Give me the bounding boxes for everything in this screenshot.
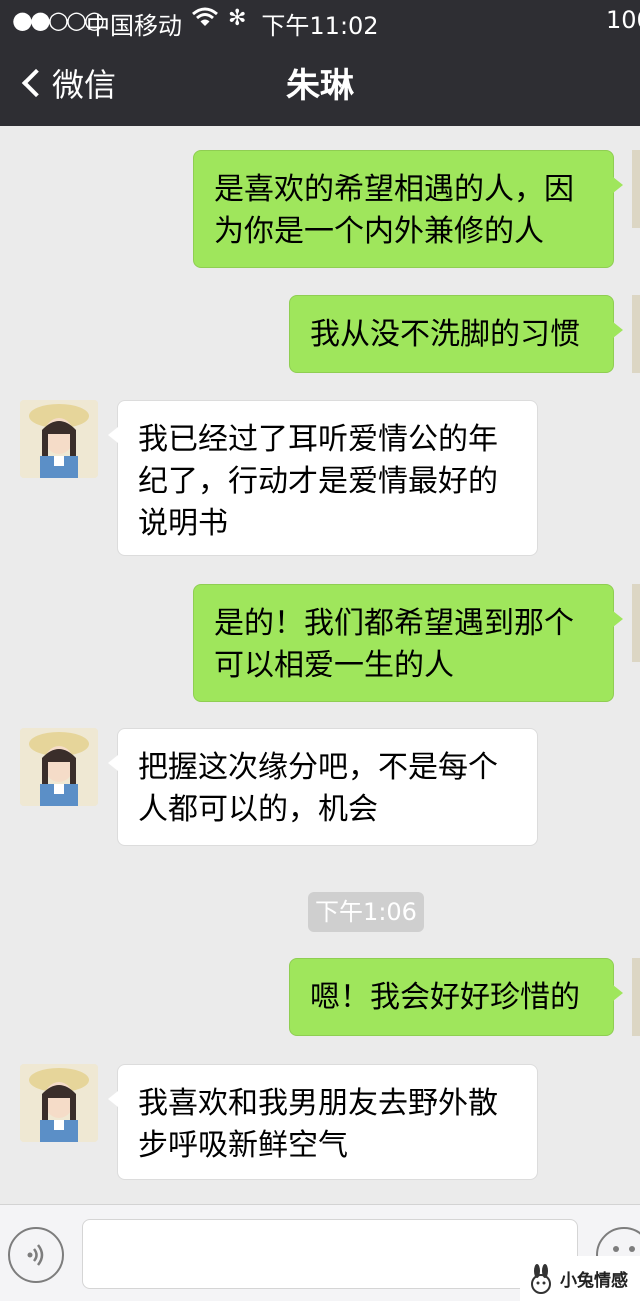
voice-icon	[27, 1244, 44, 1266]
my-avatar[interactable]	[632, 958, 640, 1036]
voice-input-button[interactable]	[8, 1227, 64, 1283]
contact-avatar[interactable]	[20, 1064, 98, 1142]
message-bubble-received[interactable]: 把握这次缘分吧，不是每个人都可以的，机会	[108, 728, 538, 846]
message-bubble-received[interactable]: 我喜欢和我男朋友去野外散步呼吸新鲜空气	[108, 1064, 538, 1180]
message-input[interactable]	[82, 1219, 578, 1289]
my-avatar[interactable]	[632, 150, 640, 228]
message-bubble-sent[interactable]: 嗯！我会好好珍惜的	[289, 958, 623, 1036]
message-bubble-sent[interactable]: 我从没不洗脚的习惯	[289, 295, 623, 373]
message-bubble-received[interactable]: 我已经过了耳听爱情公的年纪了，行动才是爱情最好的说明书	[108, 400, 538, 556]
message-timestamp: 下午1:06	[308, 892, 424, 932]
contact-avatar[interactable]	[20, 400, 98, 478]
contact-avatar[interactable]	[20, 728, 98, 806]
status-time: 下午11:02	[261, 12, 379, 40]
my-avatar[interactable]	[632, 295, 640, 373]
watermark-text: 小兔情感	[560, 1271, 628, 1291]
chat-area[interactable]: 是喜欢的希望相遇的人，因为你是一个内外兼修的人 我从没不洗脚的习惯 我已经过了耳…	[0, 126, 640, 1204]
rabbit-logo-icon	[531, 1263, 551, 1294]
battery-percent: 100	[606, 6, 640, 34]
message-bubble-sent[interactable]: 是喜欢的希望相遇的人，因为你是一个内外兼修的人	[193, 150, 623, 268]
message-bubble-sent[interactable]: 是的！我们都希望遇到那个可以相爱一生的人	[193, 584, 623, 702]
my-avatar[interactable]	[632, 584, 640, 662]
watermark: 小兔情感	[520, 1256, 640, 1301]
status-bar: ●●○○○ 中国移动 ✻ 下午11:02 100	[0, 0, 640, 40]
chat-title: 朱琳	[286, 66, 354, 106]
nav-bar: 微信 朱琳	[0, 40, 640, 126]
